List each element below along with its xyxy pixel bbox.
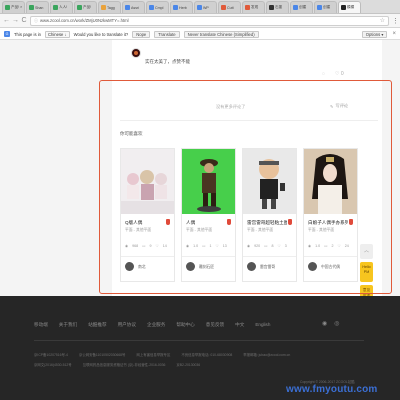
language-select[interactable]: Chinese ↓	[45, 30, 70, 38]
tab-title: 创建	[299, 5, 307, 9]
watermark: www.fmyoutu.com	[286, 384, 378, 395]
favicon-icon	[293, 5, 298, 10]
footer-row-1: 京ICP备10207516号-4 京公网安备11010502030668号 网上有害…	[34, 352, 290, 357]
browser-tab[interactable]: Shan	[26, 1, 49, 13]
favicon-icon	[173, 5, 178, 10]
browser-tab[interactable]: 发现	[242, 1, 265, 13]
reload-icon[interactable]: C	[21, 17, 27, 24]
tab-title: Assri	[131, 5, 139, 10]
browser-tab[interactable]: 产品!	[74, 1, 97, 13]
favicon-icon	[269, 5, 274, 10]
tab-title: 创建	[323, 5, 331, 9]
tab-title: WP	[203, 5, 209, 10]
bookmark-star-icon[interactable]: ☆	[380, 17, 385, 24]
browser-tab[interactable]: 创建	[314, 1, 337, 13]
favicon-icon	[221, 5, 226, 10]
browser-tab[interactable]: Assri	[122, 1, 145, 13]
footer-info-text: 举报邮箱: jubao@zcool.com.cn	[243, 353, 291, 357]
wechat-icon[interactable]: ◎	[334, 320, 339, 327]
nope-button[interactable]: Nope	[132, 30, 151, 38]
footer-info-text: 网上有害信息举报专区	[136, 353, 171, 357]
footer-nav-link[interactable]: 中文	[235, 322, 244, 328]
address-bar: ← → C ⓘ www.zcool.com.cn/work/ZMjU0NzkwM…	[0, 14, 400, 28]
browser-tab[interactable]: Cmpl	[146, 1, 169, 13]
browser-tab[interactable]: WP	[194, 1, 217, 13]
url-input[interactable]: ⓘ www.zcool.com.cn/work/ZMjU0NzkwMTY=.ht…	[30, 15, 389, 26]
close-icon[interactable]: ×	[392, 31, 396, 37]
weibo-icon[interactable]: ◉	[322, 320, 327, 327]
url-text: www.zcool.com.cn/work/ZMjU0NzkwMTY=.html	[40, 18, 129, 23]
like-count: 0	[340, 71, 344, 77]
highlight-box	[99, 80, 392, 294]
footer-info-text: 京网文(2016)4530-512号	[34, 363, 72, 367]
favicon-icon	[101, 5, 106, 10]
translate-button[interactable]: Translate	[154, 30, 180, 38]
footer-social: ◉ ◎	[322, 320, 340, 327]
favicon-icon	[317, 5, 322, 10]
footer-nav-link[interactable]: 意见反馈	[206, 322, 224, 328]
browser-menu-icon[interactable]: ⋮	[392, 17, 399, 25]
tab-title: Herb	[179, 5, 187, 10]
never-translate-button[interactable]: Never translate Chinese (Simplified)	[183, 30, 259, 38]
tab-title: 模模	[347, 5, 355, 9]
favicon-icon	[5, 5, 10, 10]
footer-nav-link[interactable]: 企业服务	[147, 322, 165, 328]
footer-nav-link[interactable]: 用户协议	[118, 322, 136, 328]
browser-tab[interactable]: Cutt	[218, 1, 241, 13]
options-button[interactable]: Options ▾	[361, 30, 388, 38]
translate-bar: G This page is in Chinese ↓ Would you li…	[0, 29, 400, 40]
tab-title: Cmpl	[155, 5, 164, 10]
favicon-icon	[53, 5, 58, 10]
footer-row-2: 京网文(2016)4530-512号 互联网药品信息服务资格证书 (京)-非经营性…	[34, 362, 200, 367]
browser-tab[interactable]: 石墨	[266, 1, 289, 13]
footer-info-text: 互联网药品信息服务资格证书 (京)-非经营性-2016-0036	[82, 363, 166, 367]
tab-title: 发现	[251, 5, 259, 9]
tab-title: 石墨	[275, 5, 283, 9]
favicon-icon	[149, 5, 154, 10]
favicon-icon	[125, 5, 130, 10]
avatar[interactable]	[131, 48, 141, 58]
tab-title: Shan	[35, 5, 44, 10]
footer-info-text: 不良信息举报电话: 010-68030908	[181, 353, 233, 357]
tab-title: 人人!	[59, 5, 68, 9]
favicon-icon	[341, 5, 346, 10]
browser-tab[interactable]: 产品! ×	[2, 1, 25, 13]
browser-tab[interactable]: Tagg	[98, 1, 121, 13]
footer-nav-link[interactable]: 移动端	[34, 322, 48, 328]
favicon-icon	[29, 5, 34, 10]
back-icon[interactable]: ←	[3, 17, 10, 24]
translate-question: Would you like to translate it?	[73, 31, 129, 37]
comment-text: 实在太美了，点赞不能	[145, 59, 190, 64]
footer-info-text: 京ICP备10207516号-4	[34, 353, 68, 357]
like-button[interactable]: ♡ 0	[335, 71, 344, 77]
footer-nav-link[interactable]: 站酷推荐	[88, 322, 106, 328]
tab-title: 产品!	[83, 5, 92, 9]
browser-tab[interactable]: 人人!	[50, 1, 73, 13]
browser-tab[interactable]: Herb	[170, 1, 193, 13]
footer-nav-link[interactable]: 帮助中心	[176, 322, 194, 328]
favicon-icon	[197, 5, 202, 10]
tab-title: Tagg	[107, 5, 115, 10]
browser-tab[interactable]: 模模	[338, 1, 361, 13]
reply-icon[interactable]: ◌	[322, 71, 325, 77]
translate-prefix: This page is in	[14, 31, 41, 37]
tab-title: 产品! ×	[11, 5, 22, 9]
tab-title: Cutt	[227, 5, 234, 10]
footer-nav: 移动端 关于我们 站酷推荐 用户协议 企业服务 帮助中心 意见反馈 中文 English	[34, 322, 270, 328]
favicon-icon	[245, 5, 250, 10]
footer-nav-link[interactable]: 关于我们	[59, 322, 77, 328]
browser-tab[interactable]: 创建	[290, 1, 313, 13]
footer-info-text: 京B2-20130036	[176, 363, 201, 367]
footer-info-text: 京公网安备11010502030668号	[78, 353, 126, 357]
secure-icon: ⓘ	[34, 17, 38, 23]
forward-icon[interactable]: →	[12, 17, 19, 24]
browser-tabstrip: 产品! × Shan 人人! 产品! Tagg Assri Cmpl Herb WP Cutt 发现…	[0, 0, 400, 14]
footer-divider	[34, 340, 364, 341]
favicon-icon	[77, 5, 82, 10]
footer-nav-link[interactable]: English	[255, 322, 270, 328]
translate-icon: G	[4, 31, 10, 37]
